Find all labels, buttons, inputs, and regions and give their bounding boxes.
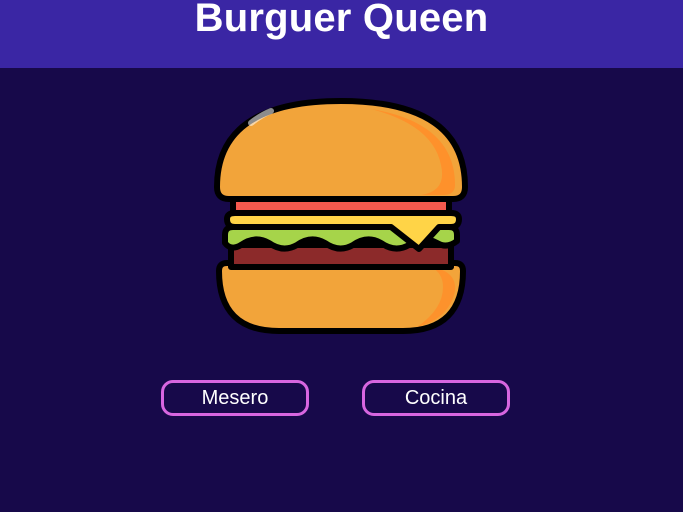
- hamburger-icon: [211, 95, 471, 340]
- app-title: Burguer Queen: [194, 0, 489, 41]
- mesero-button[interactable]: Mesero: [161, 380, 309, 416]
- app-header: Burguer Queen: [0, 0, 683, 68]
- cocina-button[interactable]: Cocina: [362, 380, 510, 416]
